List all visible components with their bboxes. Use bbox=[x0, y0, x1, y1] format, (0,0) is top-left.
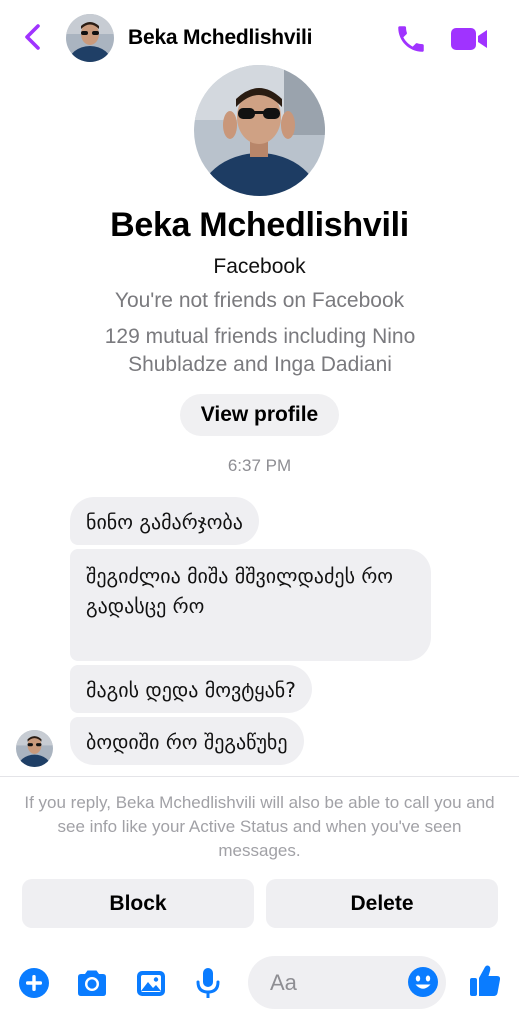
audio-call-button[interactable] bbox=[394, 22, 428, 56]
message-bubble[interactable]: ნინო გამარჯობა bbox=[70, 497, 259, 545]
divider bbox=[0, 776, 519, 777]
block-button[interactable]: Block bbox=[22, 879, 254, 928]
camera-button[interactable] bbox=[75, 966, 109, 1000]
thumbs-up-icon bbox=[470, 965, 501, 996]
message-timestamp: 6:37 PM bbox=[227, 456, 292, 475]
microphone-icon bbox=[196, 968, 220, 998]
profile-platform: Facebook bbox=[213, 255, 306, 278]
message-bubble[interactable]: შეგიძლია მიშა მშვილდაძეს რო გადასცე რო bbox=[70, 549, 431, 661]
contact-name[interactable]: Beka Mchedlishvili bbox=[128, 26, 313, 50]
voice-message-button[interactable] bbox=[191, 966, 225, 1000]
message-bubble[interactable]: მაგის დედა მოვტყან? bbox=[70, 665, 312, 713]
add-button[interactable] bbox=[17, 966, 51, 1000]
phone-icon bbox=[398, 26, 424, 52]
mutual-friends-text: 129 mutual friends including Nino Shubla… bbox=[104, 325, 416, 376]
like-button[interactable] bbox=[468, 963, 502, 999]
video-call-button[interactable] bbox=[449, 24, 489, 54]
sender-avatar bbox=[16, 730, 53, 767]
profile-name: Beka Mchedlishvili bbox=[110, 206, 409, 244]
gallery-button[interactable] bbox=[134, 966, 168, 1000]
camera-icon bbox=[78, 970, 106, 996]
plus-circle-icon bbox=[19, 968, 49, 998]
message-input-placeholder: Aa bbox=[270, 970, 297, 995]
reply-notice: If you reply, Beka Mchedlishvili will al… bbox=[24, 793, 495, 860]
profile-photo[interactable] bbox=[194, 65, 325, 196]
delete-button[interactable]: Delete bbox=[266, 879, 498, 928]
view-profile-button[interactable]: View profile bbox=[180, 394, 339, 436]
image-icon bbox=[137, 971, 165, 996]
chevron-left-icon bbox=[25, 24, 40, 50]
smiley-icon bbox=[408, 967, 438, 997]
video-camera-icon bbox=[451, 28, 487, 50]
friendship-status: You're not friends on Facebook bbox=[114, 289, 405, 312]
contact-avatar[interactable] bbox=[66, 14, 114, 62]
emoji-button[interactable] bbox=[407, 966, 439, 998]
back-button[interactable] bbox=[20, 22, 48, 52]
message-bubble[interactable]: ბოდიში რო შეგაწუხე bbox=[70, 717, 304, 765]
